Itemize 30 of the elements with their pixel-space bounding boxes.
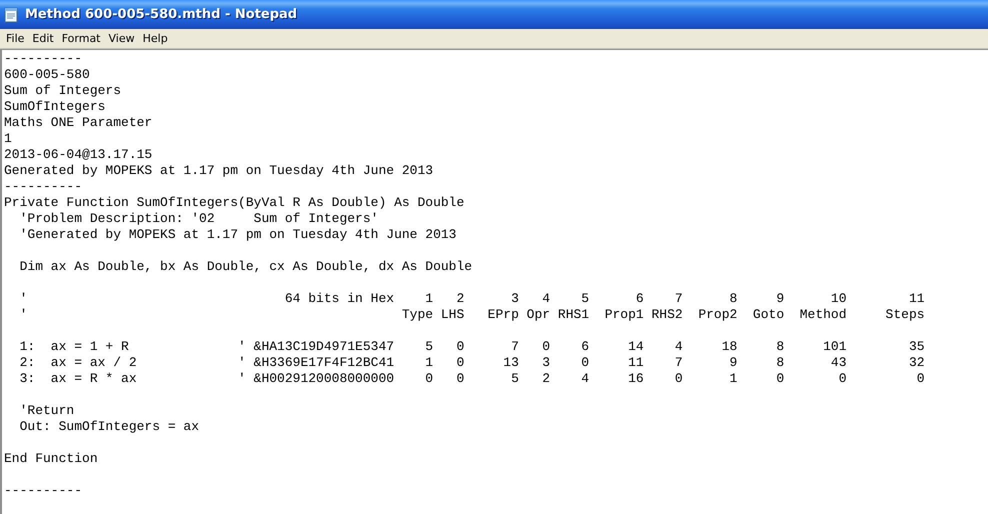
menu-item[interactable]: File bbox=[2, 32, 28, 45]
notepad-icon bbox=[3, 6, 19, 22]
text-line: Private Function SumOfIntegers(ByVal R As Double) As Double bbox=[4, 195, 464, 210]
text-line: 1 bbox=[4, 131, 12, 146]
text-line: Sum of Integers bbox=[4, 83, 122, 98]
text-line: Out: SumOfIntegers = ax bbox=[18, 419, 200, 434]
text-line: ' 64 bits in Hex 1 2 3 4 5 6 7 8 9 10 11 bbox=[18, 291, 925, 306]
menu-item[interactable]: Edit bbox=[28, 32, 58, 45]
text-line: 1: ax = 1 + R ' &HA13C19D4971E5347 5 0 7 0 6 14 4 18 8 101 35 bbox=[18, 339, 925, 354]
text-area[interactable] bbox=[0, 49, 988, 514]
text-line: 'Problem Description: '02 Sum of Integers' bbox=[18, 211, 378, 226]
text-line: SumOfIntegers bbox=[4, 99, 106, 114]
text-line: ---------- bbox=[4, 179, 82, 194]
menu-item[interactable]: Format bbox=[58, 32, 104, 45]
text-line: 3: ax = R * ax ' &H0029120008000000 0 0 5 2 4 16 0 1 0 0 0 bbox=[18, 371, 925, 386]
window-title: Method 600-005-580.mthd - Notepad bbox=[25, 7, 298, 22]
text-line: Generated by MOPEKS at 1.17 pm on Tuesday 4th June 2013 bbox=[4, 163, 434, 178]
text-line: ---------- bbox=[4, 483, 82, 498]
menu-item[interactable]: View bbox=[104, 32, 139, 45]
text-line: 2013-06-04@13.17.15 bbox=[4, 147, 152, 162]
text-line: 'Return bbox=[18, 403, 74, 418]
text-line: End Function bbox=[4, 451, 98, 466]
text-line: 600-005-580 bbox=[4, 67, 90, 82]
text-line: 'Generated by MOPEKS at 1.17 pm on Tuesday 4th June 2013 bbox=[18, 227, 456, 242]
menu-item[interactable]: Help bbox=[138, 32, 172, 45]
text-line: 2: ax = ax / 2 ' &H3369E17F4F12BC41 1 0 13 3 0 11 7 9 8 43 32 bbox=[18, 355, 925, 370]
text-line: ---------- bbox=[4, 51, 82, 66]
text-line: ' Type LHS EPrp Opr RHS1 Prop1 RHS2 Prop2 Goto Method Steps bbox=[18, 307, 925, 322]
text-line: Maths ONE Parameter bbox=[4, 115, 152, 130]
text-line: Dim ax As Double, bx As Double, cx As Double, dx As Double bbox=[18, 259, 472, 274]
